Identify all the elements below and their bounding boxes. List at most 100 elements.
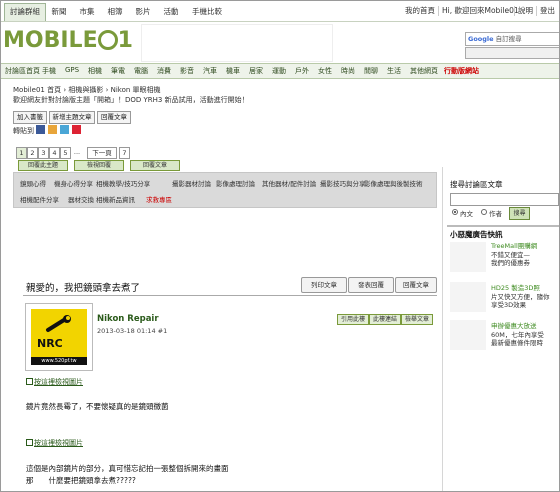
facebook-icon[interactable]	[36, 125, 45, 134]
tab-album[interactable]: 相簿	[103, 4, 127, 19]
category-link[interactable]: 影像處理與後製技術	[364, 178, 423, 188]
nav-item[interactable]: 相機	[88, 66, 102, 76]
category-link[interactable]: 機身心得分享	[54, 178, 93, 188]
view-image-link[interactable]: 按這裡檢視圖片	[26, 438, 83, 448]
ad-thumbnail[interactable]	[450, 282, 486, 312]
reply-topic-button[interactable]: 回覆此主題	[18, 160, 68, 171]
tab-events[interactable]: 活動	[159, 4, 183, 19]
view-replies-button[interactable]: 檢視回覆	[74, 160, 124, 171]
page-5[interactable]: 5	[60, 147, 71, 159]
reply-thread-button[interactable]: 回覆文章	[395, 277, 437, 293]
my-home-link[interactable]: 我的首頁	[405, 5, 435, 16]
category-link[interactable]: 相機教學/技巧分享	[96, 178, 150, 188]
radio-content[interactable]	[452, 209, 458, 215]
post-username[interactable]: Nikon Repair	[97, 314, 159, 324]
browser-page: 討論群組 新聞 市集 相簿 影片 活動 手機比較 我的首頁 Hi, 歡迎回來Mo…	[0, 0, 560, 492]
nav-item[interactable]: 女性	[318, 66, 332, 76]
mobile01-logo[interactable]: MOBILE 1	[3, 28, 133, 54]
tab-market[interactable]: 市集	[75, 4, 99, 19]
notice-text[interactable]: 歡迎網友針對討論版主題「開箱」！DOD YRH3 新品試用，活動進行開始！	[13, 95, 249, 105]
bookmark-button[interactable]: 加入書籤	[13, 111, 47, 124]
report-button[interactable]: 檢舉文章	[401, 314, 433, 325]
image-icon	[26, 439, 33, 446]
plurk-icon[interactable]	[48, 125, 57, 134]
nav-item[interactable]: 消費	[157, 66, 171, 76]
post-reply-button[interactable]: 發表回覆	[348, 277, 394, 293]
wrench-icon	[46, 315, 71, 332]
nav-item[interactable]: 影音	[180, 66, 194, 76]
nav-item[interactable]: 生活	[387, 66, 401, 76]
image-icon	[26, 378, 33, 385]
help-link[interactable]: 說明	[518, 5, 533, 16]
category-link[interactable]: 影像處理討論	[216, 178, 255, 188]
nav-item[interactable]: 時尚	[341, 66, 355, 76]
nav-item[interactable]: 汽車	[203, 66, 217, 76]
category-link[interactable]: 器材交換	[68, 194, 94, 204]
radio-author[interactable]	[481, 209, 487, 215]
nav-item[interactable]: GPS	[65, 66, 79, 74]
category-link[interactable]: 鏡頭心得	[20, 178, 46, 188]
twitter-icon[interactable]	[60, 125, 69, 134]
ad-thumbnail[interactable]	[450, 320, 486, 350]
new-topic-button[interactable]: 新增主題文章	[49, 111, 95, 124]
title-divider	[23, 295, 437, 296]
thread-title: 親愛的，我把鏡頭拿去煮了	[26, 283, 141, 294]
next-page-button[interactable]: 下一頁	[87, 147, 117, 159]
post-text: 那 什麼要把鏡頭拿去煮?????	[26, 476, 136, 485]
nav-item[interactable]: 戶外	[295, 66, 309, 76]
page-4[interactable]: 4	[49, 147, 60, 159]
category-link-help[interactable]: 求救專區	[146, 194, 172, 204]
page-1[interactable]: 1	[16, 147, 27, 159]
category-link[interactable]: 其他器材/配件討論	[262, 178, 316, 188]
post-text: 這個是內部鏡片的部分，真可惜忘記拍一張整個拆開來的畫面	[26, 464, 229, 473]
search-button[interactable]	[465, 47, 559, 59]
tab-news[interactable]: 新聞	[47, 4, 71, 19]
category-link[interactable]: 相機配件分享	[20, 194, 59, 204]
nav-item[interactable]: 討論區首頁	[5, 66, 40, 76]
nav-item[interactable]: 筆電	[111, 66, 125, 76]
quote-button[interactable]: 引用此樓	[337, 314, 369, 325]
banner-ad[interactable]	[141, 24, 333, 62]
print-button[interactable]: 列印文章	[301, 277, 347, 293]
logout-link[interactable]: 登出	[540, 5, 555, 16]
search-input[interactable]: Google 自訂搜尋	[465, 32, 559, 46]
nav-item[interactable]: 其他網頁	[410, 66, 438, 76]
welcome-text: Hi, 歡迎回來Mobile01	[442, 6, 519, 15]
sidebar-search-button[interactable]: 搜尋	[509, 207, 530, 220]
nav-item[interactable]: 手機	[42, 66, 56, 76]
page-ellipsis: ...	[71, 147, 83, 157]
logo-ring-icon	[97, 30, 118, 50]
nav-item[interactable]: 機車	[226, 66, 240, 76]
sidebar-search-input[interactable]	[450, 193, 559, 206]
category-link[interactable]: 攝影技巧與分享	[320, 178, 366, 188]
tab-video[interactable]: 影片	[131, 4, 155, 19]
page-3[interactable]: 3	[38, 147, 49, 159]
avatar[interactable]: NRC www.520pf.tw	[25, 303, 93, 371]
post-text: 鏡片竟然長霉了，不要懷疑真的是鏡頭黴菌	[26, 402, 169, 411]
tab-phone-compare[interactable]: 手機比較	[187, 4, 227, 19]
ad-thumbnail[interactable]	[450, 242, 486, 272]
post-link-button[interactable]: 此樓連結	[369, 314, 401, 325]
nav-item[interactable]: 運動	[272, 66, 286, 76]
page-7[interactable]: 7	[119, 147, 130, 159]
google-plus-icon[interactable]	[72, 125, 81, 134]
ad-text[interactable]: TreeMall團購網 不錯又便宜— 我們的優惠券	[491, 242, 537, 268]
nav-item[interactable]: 電腦	[134, 66, 148, 76]
nav-item[interactable]: 居家	[249, 66, 263, 76]
category-nav: 討論區首頁 手機 GPS 相機 筆電 電腦 消費 影音 汽車 機車 居家 運動 …	[1, 63, 559, 79]
post-meta: 2013-03-18 01:14 #1	[97, 327, 168, 335]
category-link[interactable]: 相機新品資訊	[96, 194, 135, 204]
page-2[interactable]: 2	[27, 147, 38, 159]
ad-text[interactable]: 申辦優惠大放送 60M，七年內享受 最新優惠條件限時	[491, 322, 544, 348]
view-image-link[interactable]: 按這裡檢視圖片	[26, 377, 83, 387]
sidebar-search-title: 搜尋討論區文章	[450, 180, 503, 189]
reply-button[interactable]: 回覆文章	[97, 111, 131, 124]
nav-item-mobile[interactable]: 行動版網站	[444, 66, 479, 76]
radio-content-label: 內文	[460, 210, 473, 218]
reply-article-button[interactable]: 回覆文章	[130, 160, 180, 171]
ad-text[interactable]: HD25 製造3D照 片又快又方便，隨你 享受3D效果	[491, 284, 550, 310]
breadcrumb[interactable]: Mobile01 首頁 › 相機與攝影 › Nikon 單眼相機	[13, 85, 161, 95]
nav-item[interactable]: 閒聊	[364, 66, 378, 76]
tab-forum[interactable]: 討論群組	[4, 3, 46, 21]
category-link[interactable]: 攝影器材討論	[172, 178, 211, 188]
